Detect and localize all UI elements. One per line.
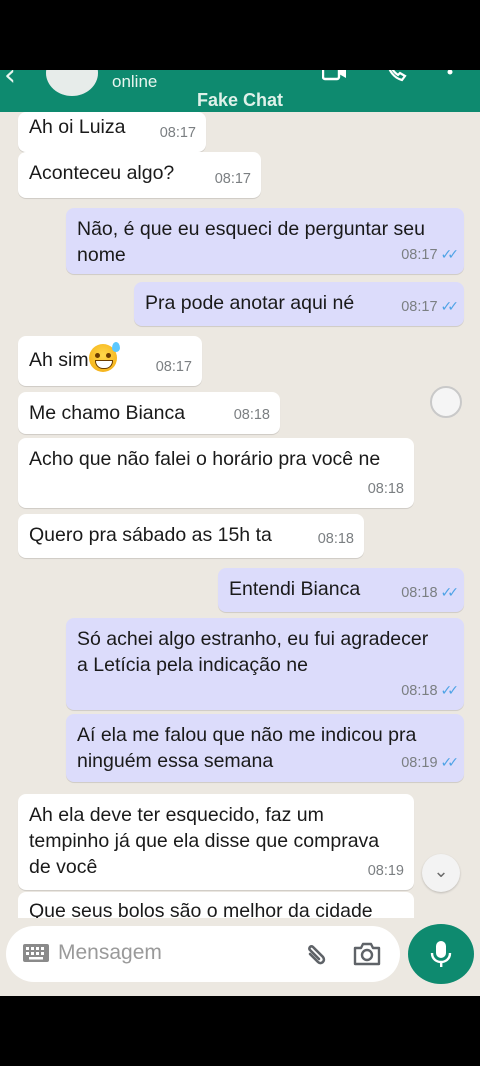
message-text: Ah ela deve ter esquecido, faz um tempin…	[29, 804, 380, 878]
scroll-down-button[interactable]: ⌄	[422, 854, 460, 892]
chat-header: ‹ online Fake Chat	[0, 70, 480, 112]
message-outgoing[interactable]: Só achei algo estranho, eu fui agradecer…	[66, 618, 464, 710]
read-receipt-icon: ✓✓	[440, 585, 460, 601]
message-outgoing[interactable]: Aí ela me falou que não me indicou pra n…	[66, 714, 464, 782]
message-text: Ah sim	[29, 349, 89, 371]
keyboard-icon[interactable]	[22, 942, 50, 964]
message-text: Só achei algo estranho, eu fui agradecer…	[77, 628, 429, 676]
chat-title: Fake Chat	[196, 90, 284, 110]
voice-message-button[interactable]	[408, 924, 474, 984]
message-time: 08:18	[367, 481, 404, 497]
select-message-radio[interactable]	[430, 386, 462, 418]
message-text: Quero pra sábado as 15h ta	[29, 524, 272, 546]
navigation-bar	[0, 996, 480, 1066]
contact-status: online	[112, 72, 158, 91]
message-time: 08:17	[214, 171, 251, 187]
message-outgoing[interactable]: Não, é que eu esqueci de perguntar seu n…	[66, 208, 464, 274]
read-receipt-icon: ✓✓	[440, 755, 460, 771]
message-incoming-partial[interactable]: Que seus bolos são o melhor da cidade	[18, 892, 414, 918]
message-time: 08:18 ✓✓	[401, 585, 460, 601]
message-incoming[interactable]: Quero pra sábado as 15h ta 08:18	[18, 514, 364, 558]
message-outgoing[interactable]: Entendi Bianca 08:18 ✓✓	[218, 568, 464, 612]
message-incoming[interactable]: Ah oi Luiza 08:17	[18, 112, 206, 152]
message-text: Não, é que eu esqueci de perguntar seu n…	[77, 218, 426, 266]
message-incoming[interactable]: Ah sim 08:17	[18, 336, 202, 386]
message-time: 08:18 ✓✓	[401, 683, 460, 699]
sweat-smile-emoji-icon	[88, 342, 120, 372]
composer-bar	[0, 918, 480, 996]
message-text: Aí ela me falou que não me indicou pra n…	[77, 724, 417, 772]
status-bar	[0, 0, 480, 70]
message-incoming[interactable]: Ah ela deve ter esquecido, faz um tempin…	[18, 794, 414, 890]
message-time: 08:18	[317, 531, 354, 547]
read-receipt-icon: ✓✓	[440, 683, 460, 699]
message-text: Que seus bolos são o melhor da cidade	[29, 900, 373, 918]
message-time: 08:18	[233, 407, 270, 423]
message-outgoing[interactable]: Pra pode anotar aqui né 08:17 ✓✓	[134, 282, 464, 326]
message-text: Acho que não falei o horário pra você ne	[29, 448, 381, 470]
message-time: 08:17	[159, 125, 196, 141]
message-input-container[interactable]	[6, 926, 400, 982]
phone-call-icon[interactable]	[386, 70, 408, 87]
message-text: Pra pode anotar aqui né	[145, 292, 355, 314]
read-receipt-icon: ✓✓	[440, 247, 460, 263]
message-input[interactable]	[58, 936, 288, 970]
camera-icon[interactable]	[352, 940, 382, 968]
message-time: 08:19	[367, 863, 404, 879]
message-time: 08:17	[155, 359, 192, 375]
double-chevron-down-icon: ⌄	[433, 861, 449, 882]
message-text: Ah oi Luiza	[29, 116, 126, 138]
message-incoming[interactable]: Acho que não falei o horário pra você ne…	[18, 438, 414, 508]
message-time: 08:17 ✓✓	[401, 299, 460, 315]
attachment-clip-icon[interactable]	[302, 940, 330, 968]
message-text: Aconteceu algo?	[29, 162, 175, 184]
more-options-icon[interactable]	[446, 70, 454, 85]
message-incoming[interactable]: Aconteceu algo? 08:17	[18, 152, 261, 198]
video-call-icon[interactable]	[321, 70, 348, 87]
message-incoming[interactable]: Me chamo Bianca 08:18	[18, 392, 280, 434]
message-time: 08:19 ✓✓	[401, 755, 460, 771]
microphone-icon	[430, 941, 452, 967]
message-text: Entendi Bianca	[229, 578, 361, 600]
read-receipt-icon: ✓✓	[440, 299, 460, 315]
message-time: 08:17 ✓✓	[401, 247, 460, 263]
chat-area[interactable]: Ah oi Luiza 08:17 Aconteceu algo? 08:17 …	[0, 112, 480, 918]
message-text: Me chamo Bianca	[29, 402, 186, 424]
